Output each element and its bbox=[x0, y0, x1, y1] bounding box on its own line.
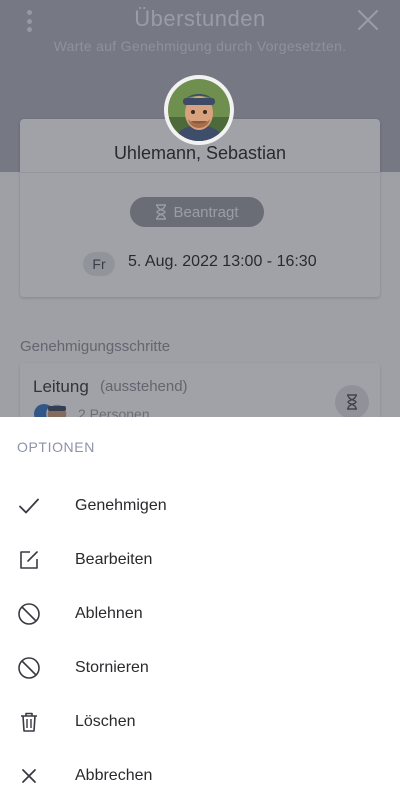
block-icon bbox=[16, 655, 42, 681]
block-icon bbox=[16, 601, 42, 627]
option-label: Bearbeiten bbox=[75, 551, 153, 568]
option-label: Abbrechen bbox=[75, 767, 153, 784]
option-reject[interactable]: Ablehnen bbox=[0, 587, 400, 641]
option-label: Löschen bbox=[75, 713, 136, 730]
check-icon bbox=[16, 493, 42, 519]
option-label: Genehmigen bbox=[75, 497, 167, 514]
option-approve[interactable]: Genehmigen bbox=[0, 479, 400, 533]
sheet-title: OPTIONEN bbox=[17, 439, 95, 455]
trash-icon bbox=[16, 709, 42, 735]
option-edit[interactable]: Bearbeiten bbox=[0, 533, 400, 587]
option-label: Ablehnen bbox=[75, 605, 143, 622]
edit-icon bbox=[16, 547, 42, 573]
option-label: Stornieren bbox=[75, 659, 149, 676]
avatar bbox=[164, 75, 234, 145]
option-dismiss[interactable]: Abbrechen bbox=[0, 749, 400, 796]
option-cancel-request[interactable]: Stornieren bbox=[0, 641, 400, 695]
close-icon bbox=[16, 763, 42, 789]
option-delete[interactable]: Löschen bbox=[0, 695, 400, 749]
options-bottom-sheet: OPTIONEN Genehmigen Bearbeiten Ablehnen bbox=[0, 417, 400, 796]
